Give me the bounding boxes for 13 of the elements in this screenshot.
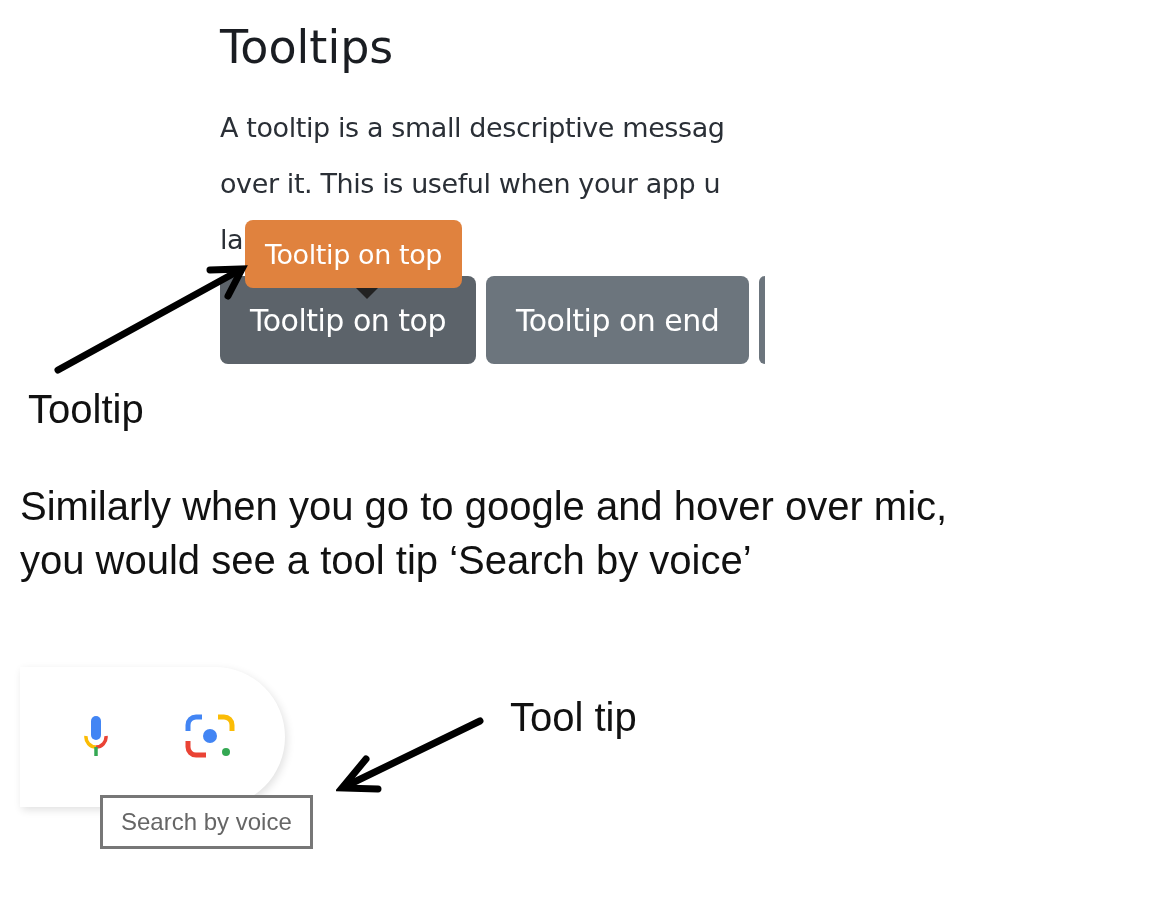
camera-icon[interactable] xyxy=(184,713,236,761)
explanation-text: Similarly when you go to google and hover over mic, you would see a tool tip ‘Search by voice’ xyxy=(20,483,949,584)
tooltip-button[interactable]: Tooltip on end xyxy=(486,276,750,364)
tooltip: Search by voice xyxy=(100,795,313,849)
annotation-label: Tooltip xyxy=(28,386,145,433)
annotation-label: Tool tip xyxy=(510,695,637,740)
paragraph-line: A tooltip is a small descriptive messag xyxy=(220,111,725,145)
cut-off-button[interactable] xyxy=(759,276,766,364)
page-heading: Tooltips xyxy=(220,19,395,76)
microphone-icon[interactable] xyxy=(84,716,108,758)
paragraph-line: la xyxy=(220,223,244,257)
paragraph-line: over it. This is useful when your app u xyxy=(220,167,721,201)
tooltip: Tooltip on top xyxy=(245,220,463,288)
